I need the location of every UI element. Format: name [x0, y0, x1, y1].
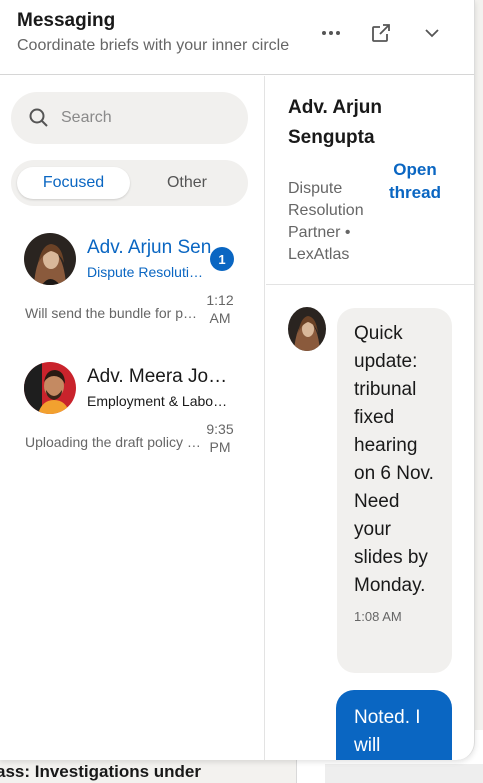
more-horizontal-icon — [322, 31, 340, 35]
search-icon — [29, 108, 48, 127]
open-thread-link[interactable]: Open thread — [386, 158, 444, 204]
thread-contact-header: Adv. Arjun Sengupta Dispute Resolution P… — [266, 76, 474, 285]
tab-focused[interactable]: Focused — [17, 167, 130, 199]
conversation-name: Adv. Meera Joshi — [87, 366, 232, 387]
conversation-preview: Uploading the draft policy notes — [25, 434, 201, 450]
message-thread[interactable]: Quick update: tribunal fixed hearing on … — [266, 285, 474, 760]
search-box[interactable] — [11, 92, 248, 144]
messaging-header[interactable]: Messaging Coordinate briefs with your in… — [0, 0, 474, 75]
collapse-button[interactable] — [417, 18, 447, 48]
messaging-title: Messaging — [17, 10, 116, 31]
avatar — [288, 307, 326, 351]
message-text: Quick update: tribunal fixed hearing on … — [354, 323, 434, 596]
avatar — [24, 233, 76, 285]
message-time: 1:08 AM — [354, 609, 402, 624]
message-bubble-outgoing: Noted. I will circulate — [336, 690, 452, 760]
messaging-overlay: Messaging Coordinate briefs with your in… — [0, 0, 475, 760]
inbox-filter-tabs: Focused Other — [11, 160, 248, 206]
chevron-down-icon — [425, 29, 439, 38]
messaging-subtitle: Coordinate briefs with your inner circle — [17, 37, 290, 54]
message-bubble-incoming: Quick update: tribunal fixed hearing on … — [337, 308, 452, 673]
contact-title: Dispute Resolution Partner • LexAtlas — [288, 180, 364, 263]
tab-other[interactable]: Other — [133, 167, 241, 199]
more-options-button[interactable] — [316, 18, 346, 48]
unread-badge: 1 — [210, 247, 234, 271]
background-caption: ass: Investigations under — [0, 762, 201, 781]
pop-out-button[interactable] — [366, 18, 396, 48]
message-text: Noted. I will circulate — [354, 707, 421, 756]
conversation-preview: Will send the bundle for pre-filing — [25, 305, 201, 321]
avatar — [24, 362, 76, 414]
conversation-list-pane: Focused Other Adv. Arjun Sengupta Disput… — [0, 76, 265, 760]
thread-pane: Adv. Arjun Sengupta Dispute Resolution P… — [266, 76, 474, 760]
conversation-time: 9:35 PM — [206, 421, 234, 455]
conversation-subtitle: Employment & Labour Counsel — [87, 393, 232, 409]
conversation-subtitle: Dispute Resolution Partner — [87, 264, 204, 280]
conversation-item[interactable]: Adv. Meera Joshi Employment & Labour Cou… — [0, 352, 265, 472]
background-card-inner — [325, 764, 483, 783]
conversation-item[interactable]: Adv. Arjun Sengupta Dispute Resolution P… — [0, 223, 265, 343]
contact-name[interactable]: Adv. Arjun Sengupta — [288, 93, 384, 153]
conversation-time: 1:12 AM — [206, 292, 234, 326]
search-input[interactable] — [61, 104, 231, 132]
pop-out-icon — [372, 24, 390, 42]
